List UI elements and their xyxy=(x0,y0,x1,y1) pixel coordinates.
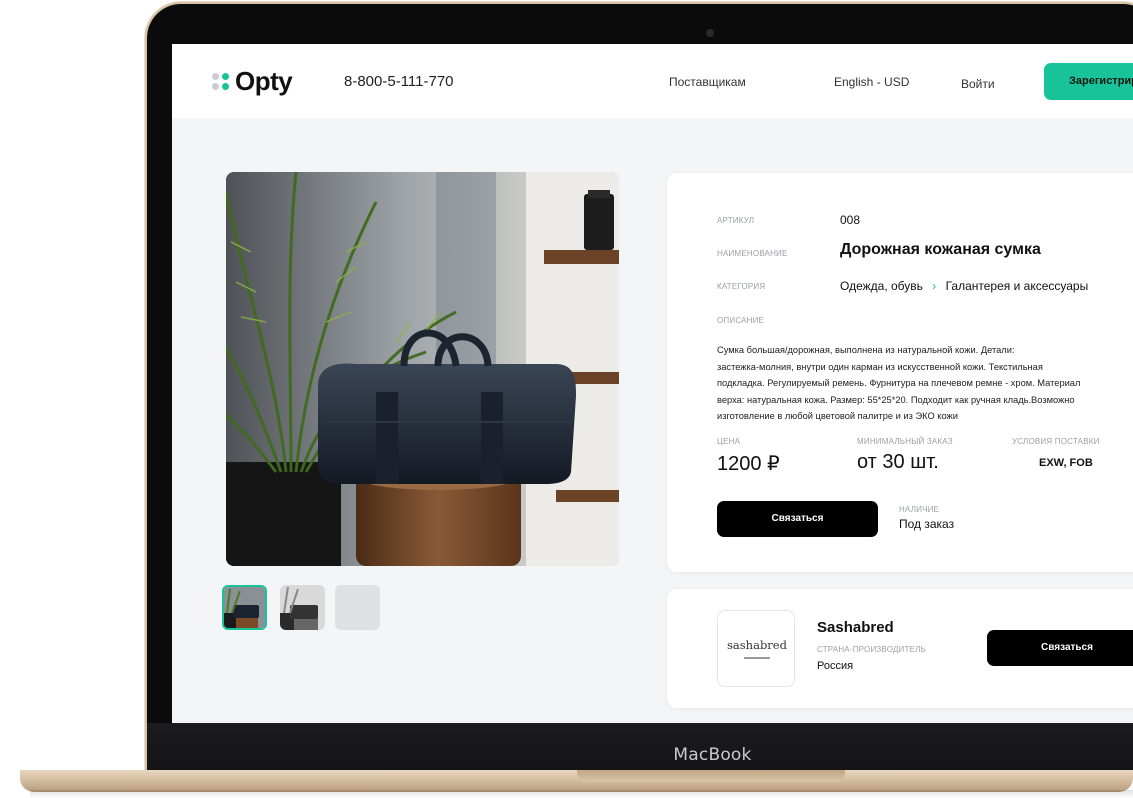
laptop-shadow xyxy=(30,790,1133,798)
logo[interactable]: Opty xyxy=(212,66,293,97)
thumbnail-image xyxy=(224,587,265,628)
supplier-name[interactable]: Sashabred xyxy=(817,619,894,636)
thumbnail-1[interactable] xyxy=(222,585,267,630)
supplier-logo[interactable]: sashabred xyxy=(717,610,795,687)
price-value: 1200 ₽ xyxy=(717,453,780,475)
thumbnail-3[interactable] xyxy=(335,585,380,630)
laptop-notch xyxy=(577,770,845,782)
delivery-value: EXW, FOB xyxy=(1039,457,1093,469)
product-name: Дорожная кожаная сумка xyxy=(840,241,1041,258)
product-photo[interactable] xyxy=(226,172,619,566)
logo-dots-icon xyxy=(212,73,229,90)
name-label: НАИМЕНОВАНИЕ xyxy=(717,249,788,258)
article-label: АРТИКУЛ xyxy=(717,216,755,225)
category-child-link[interactable]: Галантерея и аксессуары xyxy=(946,279,1089,293)
chevron-right-icon: › xyxy=(932,279,937,293)
register-button[interactable]: Зарегистрироваться xyxy=(1044,63,1133,100)
country-label: СТРАНА-ПРОИЗВОДИТЕЛЬ xyxy=(817,645,927,654)
supplier-contact-button[interactable]: Связаться xyxy=(987,630,1133,666)
description-line: подкладка. Регулируемый ремень. Фурнитур… xyxy=(717,378,1081,389)
description-label: ОПИСАНИЕ xyxy=(717,316,765,325)
description-line: изготовление в любой цветовой палитре и … xyxy=(717,411,958,422)
macbook-label: MacBook xyxy=(673,745,752,765)
country-value: Россия xyxy=(817,660,854,672)
nav-language-currency[interactable]: English - USD xyxy=(834,75,909,89)
description-line: верха: натуральная кожа. Размер: 55*25*2… xyxy=(717,394,1075,405)
delivery-label: УСЛОВИЯ ПОСТАВКИ xyxy=(1012,437,1100,446)
supplier-card: sashabred Sashabred СТРАНА-ПРОИЗВОДИТЕЛЬ… xyxy=(667,589,1133,708)
contact-button[interactable]: Связаться xyxy=(717,501,878,537)
category-parent-link[interactable]: Одежда, обувь xyxy=(840,279,923,293)
nav-suppliers[interactable]: Поставщикам xyxy=(669,75,746,89)
product-info-card: АРТИКУЛ 008 НАИМЕНОВАНИЕ Дорожная кожана… xyxy=(667,173,1133,572)
availability-value: Под заказ xyxy=(899,517,955,531)
logo-ornament-icon xyxy=(744,657,770,659)
category-label: КАТЕГОРИЯ xyxy=(717,282,766,291)
category-breadcrumb: Одежда, обувь › Галантерея и аксессуары xyxy=(840,279,1088,293)
phone-number[interactable]: 8-800-5-111-770 xyxy=(344,73,454,90)
availability-label: НАЛИЧИЕ xyxy=(899,505,940,514)
site-header: Opty 8-800-5-111-770 Поставщикам English… xyxy=(172,44,1133,118)
min-order-value: от 30 шт. xyxy=(857,451,939,473)
supplier-logo-text: sashabred xyxy=(727,638,787,652)
camera-icon xyxy=(706,29,714,37)
thumbnail-image xyxy=(280,585,325,630)
thumbnail-2[interactable] xyxy=(280,585,325,630)
description-line: Сумка большая/дорожная, выполнена из нат… xyxy=(717,345,1015,355)
price-label: ЦЕНА xyxy=(717,437,741,446)
logo-text: Opty xyxy=(235,66,293,96)
product-description: Сумка большая/дорожная, выполнена из нат… xyxy=(717,342,1133,425)
screen: Opty 8-800-5-111-770 Поставщикам English… xyxy=(172,44,1133,723)
min-order-label: МИНИМАЛЬНЫЙ ЗАКАЗ xyxy=(857,437,953,446)
bag-photo xyxy=(226,172,619,566)
article-value: 008 xyxy=(840,213,861,227)
nav-login[interactable]: Войти xyxy=(961,77,995,91)
description-line: застежка-молния, внутри один карман из и… xyxy=(717,361,1043,372)
